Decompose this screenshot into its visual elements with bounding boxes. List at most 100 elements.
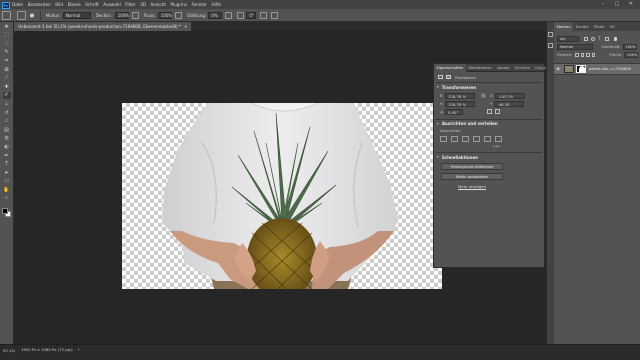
remove-background-button[interactable]: Hintergrund entfernen [441, 162, 503, 170]
lock-paint-icon[interactable] [580, 53, 585, 57]
height-input[interactable]: 128,78 % [445, 100, 475, 107]
menu-item-bild[interactable]: Bild [55, 0, 63, 9]
symmetry-icon[interactable] [271, 11, 279, 19]
menu-item-filter[interactable]: Filter [125, 0, 135, 9]
flow-input[interactable]: 100% [157, 11, 172, 19]
more-options-icon[interactable]: ••• [434, 144, 544, 150]
smoothing-settings-icon[interactable] [225, 11, 233, 19]
close-window-icon[interactable]: ✕ [625, 0, 637, 9]
width-input[interactable]: 128,78 % [445, 92, 475, 99]
transform-section-header[interactable]: ▾ Transformieren [434, 83, 544, 92]
lasso-tool-icon[interactable]: ◌ [3, 41, 11, 48]
shape-tool-icon[interactable]: ▭ [3, 178, 11, 185]
menu-item-fenster[interactable]: Fenster [192, 0, 208, 9]
layer-mask-thumbnail[interactable] [576, 65, 586, 73]
history-brush-icon[interactable]: ↺ [3, 110, 11, 117]
tab-kanäle[interactable]: Kanäle [573, 22, 591, 31]
align-left-icon[interactable] [440, 136, 447, 142]
eye-icon[interactable]: ◉ [555, 67, 561, 72]
chevron-right-icon[interactable]: › [78, 347, 80, 353]
blend-mode-select[interactable]: Normal [557, 44, 593, 50]
quick-select-tool-icon[interactable]: ✎ [3, 49, 11, 56]
type-tool-icon[interactable]: T [3, 161, 11, 168]
align-bottom-icon[interactable] [495, 136, 502, 142]
hand-tool-icon[interactable]: ✋ [3, 187, 11, 194]
x-input[interactable]: -145,79 [495, 92, 526, 99]
tab-pfade[interactable]: Pfade [591, 22, 607, 31]
restore-icon[interactable]: □ [611, 0, 623, 9]
home-icon[interactable] [2, 10, 11, 20]
menu-item-ansicht[interactable]: Ansicht [151, 0, 166, 9]
pen-tool-icon[interactable]: ✒ [3, 153, 11, 160]
menu-item-hilfe[interactable]: Hilfe [212, 0, 222, 9]
document-canvas[interactable] [122, 103, 442, 289]
mask-icon[interactable] [446, 75, 451, 79]
tab-absatz[interactable]: Absatz [494, 64, 512, 72]
menu-item-ebene[interactable]: Ebene [68, 0, 81, 9]
crop-tool-icon[interactable]: ⌗ [3, 58, 11, 65]
flip-horizontal-icon[interactable] [487, 109, 492, 114]
eyedropper-tool-icon[interactable]: ⁄ [3, 75, 11, 82]
flip-vertical-icon[interactable] [495, 109, 500, 114]
angle-input[interactable]: 0,00° [445, 108, 463, 115]
brush-preset-icon[interactable] [17, 10, 26, 20]
close-tab-icon[interactable]: × [184, 22, 187, 31]
marquee-tool-icon[interactable]: ⬚ [3, 32, 11, 39]
tab-bibliotheken[interactable]: Bibliotheken [466, 64, 495, 72]
eraser-tool-icon[interactable]: ▱ [3, 118, 11, 125]
align-section-header[interactable]: ▾ Ausrichten und verteilen [434, 119, 544, 128]
zoom-level[interactable]: 50,1% [3, 348, 15, 353]
lock-pixels-icon[interactable] [575, 53, 579, 57]
align-top-icon[interactable] [473, 136, 480, 142]
layer-opacity-input[interactable]: 100% [622, 44, 637, 50]
tab-ebenen[interactable]: Ebenen [554, 22, 574, 31]
mode-select[interactable]: Normal [62, 11, 91, 19]
quick-actions-header[interactable]: ▾ Schnellaktionen [434, 153, 544, 162]
healing-tool-icon[interactable]: ✚ [3, 84, 11, 91]
smoothing-input[interactable]: 0% [208, 11, 223, 19]
filter-adjustment-icon[interactable] [591, 36, 595, 41]
filter-toggle-icon[interactable] [614, 36, 617, 41]
link-icon[interactable]: ⛓ [481, 93, 486, 98]
filter-type-icon[interactable]: T [598, 36, 602, 41]
gradient-tool-icon[interactable]: ▤ [3, 127, 11, 134]
layer-row[interactable]: ◉ pexels-shv...n-7194808 [554, 63, 640, 75]
menu-item-schrift[interactable]: Schrift [85, 0, 99, 9]
zoom-tool-icon[interactable]: ⌕ [3, 195, 11, 202]
blur-tool-icon[interactable]: ◍ [3, 135, 11, 142]
dodge-tool-icon[interactable]: ◐ [3, 144, 11, 151]
minimize-icon[interactable]: – [597, 0, 609, 9]
menu-item-bearbeiten[interactable]: Bearbeiten [28, 0, 51, 9]
stamp-tool-icon[interactable]: ⊥ [3, 101, 11, 108]
photoshop-logo[interactable]: Ps [2, 1, 10, 9]
align-right-icon[interactable] [462, 136, 469, 142]
brush-size-icon[interactable] [29, 11, 35, 20]
pressure-size-icon[interactable] [260, 11, 268, 19]
fill-input[interactable]: 100% [624, 52, 639, 58]
pressure-opacity-icon[interactable] [131, 11, 139, 19]
y-input[interactable]: -46,30 [494, 100, 525, 107]
lock-position-icon[interactable] [586, 53, 590, 57]
foreground-color-swatch[interactable] [2, 208, 8, 214]
tab-zeichen[interactable]: Zeichen [512, 64, 532, 72]
brush-tool-icon[interactable]: ✐ [2, 92, 11, 100]
menu-item-plug-ins[interactable]: Plug-ins [170, 0, 187, 9]
frame-tool-icon[interactable]: ⊠ [3, 67, 11, 74]
tab-eigenschaften[interactable]: Eigenschaften [434, 63, 466, 72]
lock-all-icon[interactable] [591, 53, 596, 57]
properties-panel-icon[interactable] [548, 32, 553, 37]
libraries-panel-icon[interactable] [548, 43, 553, 48]
show-more-link[interactable]: Mehr anzeigen [441, 184, 503, 189]
filter-pixel-icon[interactable] [584, 36, 588, 41]
document-tab[interactable]: Unbenannt-1 bei 50,1% (pexels-shvets-pro… [14, 22, 192, 31]
angle-input[interactable]: 0° [246, 11, 257, 19]
layer-filter-select[interactable]: Art [557, 35, 579, 42]
menu-item-auswahl[interactable]: Auswahl [103, 0, 121, 9]
align-center-icon[interactable] [451, 136, 458, 142]
select-subject-button[interactable]: Motiv auswählen [441, 172, 503, 180]
airbrush-icon[interactable] [174, 11, 182, 19]
color-swatches[interactable] [2, 208, 12, 218]
move-tool-icon[interactable]: ✥ [3, 24, 11, 31]
menu-item-datei[interactable]: Datei [12, 0, 23, 9]
filter-shape-icon[interactable] [605, 36, 609, 41]
